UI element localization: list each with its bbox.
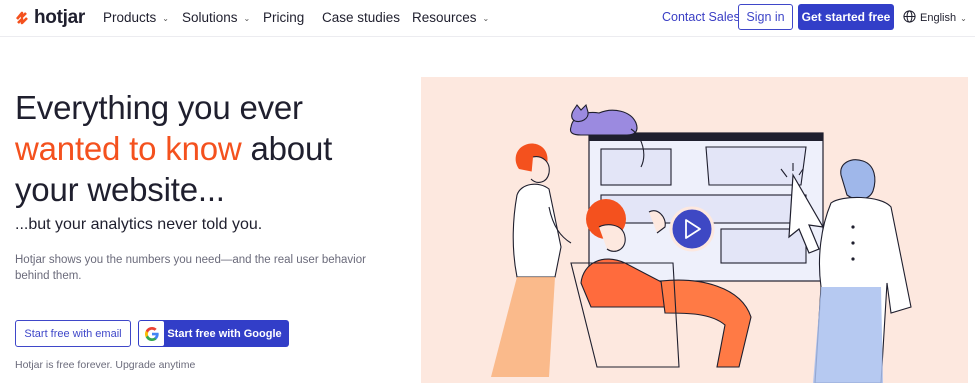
hero-headline: Everything you ever wanted to know about…	[15, 87, 415, 210]
hero-description: Hotjar shows you the numbers you need—an…	[15, 254, 366, 282]
headline-highlight: wanted to know	[15, 130, 242, 167]
globe-icon	[903, 10, 916, 26]
nav-item-resources[interactable]: Resources ⌄	[412, 10, 489, 25]
language-label: English	[920, 12, 957, 24]
chevron-down-icon: ⌄	[482, 13, 490, 23]
nav-item-label: Products	[103, 10, 157, 25]
chevron-down-icon: ⌄	[243, 13, 251, 23]
headline-after-highlight: about	[241, 130, 333, 167]
hero-illustration	[421, 77, 968, 383]
nav-item-pricing[interactable]: Pricing	[263, 10, 304, 25]
hotjar-flame-icon	[15, 10, 29, 26]
browser-window-illustration	[588, 132, 824, 282]
chevron-down-icon: ⌄	[960, 14, 967, 23]
start-free-google-button[interactable]: Start free with Google	[138, 320, 289, 347]
play-icon[interactable]	[669, 206, 715, 252]
headline-line-1: Everything you ever	[15, 89, 303, 126]
free-forever-note: Hotjar is free forever. Upgrade anytime	[15, 359, 196, 371]
google-button-label: Start free with Google	[167, 327, 282, 340]
woman-figure-illustration	[491, 143, 572, 377]
nav-item-case-studies[interactable]: Case studies	[322, 10, 400, 25]
nav-item-label: Pricing	[263, 10, 305, 25]
chevron-down-icon: ⌄	[162, 13, 169, 23]
brand-name: hotjar	[34, 7, 85, 28]
language-selector[interactable]: English ⌄	[903, 10, 967, 26]
start-free-email-button[interactable]: Start free with email	[15, 320, 131, 347]
sign-in-button[interactable]: Sign in	[738, 4, 793, 30]
nav-item-label: Case studies	[322, 10, 401, 25]
headline-line-3: your website...	[15, 171, 225, 208]
hotjar-logo[interactable]: hotjar	[15, 7, 85, 29]
standing-man-illustration	[813, 159, 912, 383]
nav-item-label: Solutions	[182, 10, 238, 25]
contact-sales-link[interactable]: Contact Sales	[662, 10, 740, 24]
google-g-icon	[139, 321, 164, 346]
hero-subheadline: ...but your analytics never told you.	[15, 216, 263, 233]
nav-item-products[interactable]: Products ⌄	[103, 10, 169, 25]
get-started-free-button[interactable]: Get started free	[798, 4, 894, 30]
nav-item-solutions[interactable]: Solutions ⌄	[182, 10, 250, 25]
top-navigation: hotjar Products ⌄ Solutions ⌄ Pricing Ca…	[0, 0, 975, 37]
nav-item-label: Resources	[412, 10, 477, 25]
